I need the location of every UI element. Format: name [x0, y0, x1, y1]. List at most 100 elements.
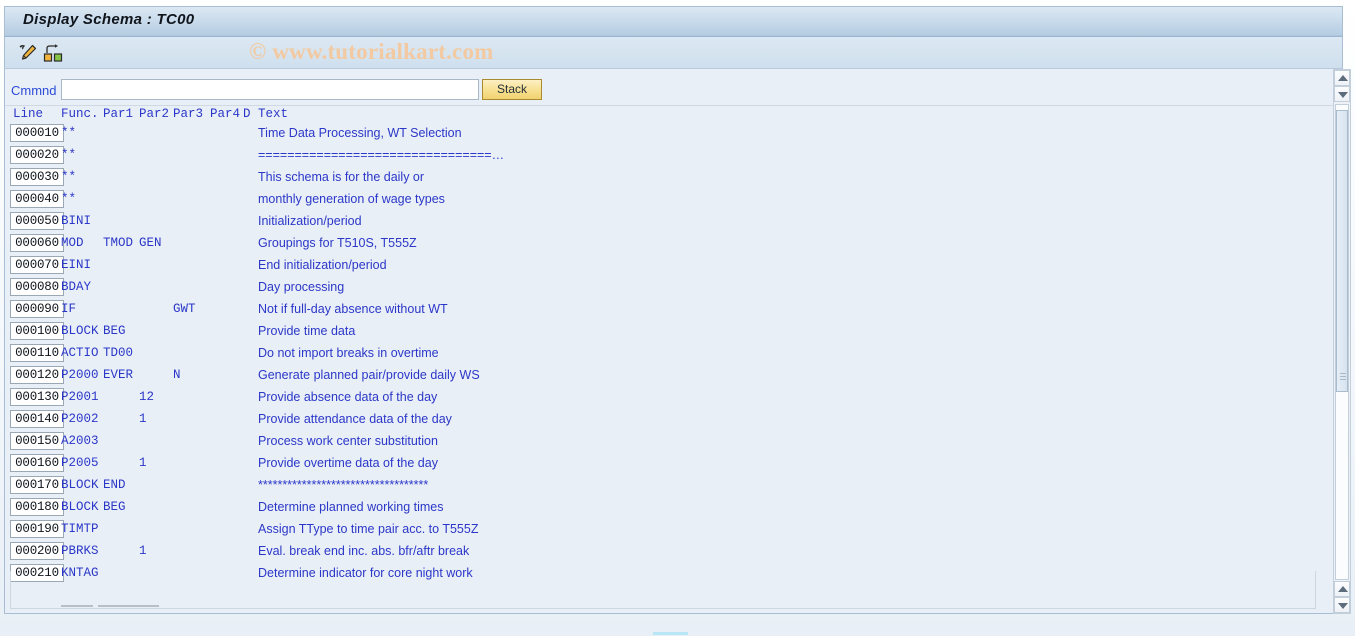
row-cell-text[interactable]: Time Data Processing, WT Selection — [258, 126, 462, 140]
table-row[interactable]: 000060 MOD TMOD GEN Groupings for T510S, T55… — [5, 233, 1342, 255]
row-line-number[interactable]: 000060 — [10, 234, 64, 252]
table-row[interactable]: 000160 P2005 1 Provide overtime data of the… — [5, 453, 1342, 475]
row-cell-text[interactable]: Provide attendance data of the day — [258, 412, 452, 426]
row-cell-par2[interactable]: 1 — [139, 412, 147, 426]
row-line-number[interactable]: 000020 — [10, 146, 64, 164]
row-cell-func[interactable]: ** — [61, 148, 76, 162]
row-line-number[interactable]: 000130 — [10, 388, 64, 406]
row-cell-func[interactable]: BINI — [61, 214, 91, 228]
row-cell-par1[interactable]: TD00 — [103, 346, 133, 360]
table-row[interactable]: 000130 P2001 12 Provide absence data of the… — [5, 387, 1342, 409]
row-line-number[interactable]: 000010 — [10, 124, 64, 142]
stack-button[interactable]: Stack — [482, 79, 542, 100]
row-cell-text[interactable]: ================================… — [258, 148, 504, 162]
vertical-scroll-thumb[interactable] — [1336, 110, 1348, 392]
row-line-number[interactable]: 000070 — [10, 256, 64, 274]
table-row[interactable]: 000020 ** ================================… — [5, 145, 1342, 167]
row-cell-text[interactable]: Process work center substitution — [258, 434, 438, 448]
row-cell-par1[interactable]: EVER — [103, 368, 133, 382]
table-row[interactable]: 000030 ** This schema is for the daily or — [5, 167, 1342, 189]
row-cell-text[interactable]: Determine planned working times — [258, 500, 444, 514]
row-cell-func[interactable]: P2005 — [61, 456, 99, 470]
row-cell-func[interactable]: PBRKS — [61, 544, 99, 558]
row-cell-text[interactable]: Not if full-day absence without WT — [258, 302, 448, 316]
scroll-up-button-top[interactable] — [1334, 70, 1350, 86]
row-cell-func[interactable]: P2001 — [61, 390, 99, 404]
row-cell-func[interactable]: A2003 — [61, 434, 99, 448]
table-row[interactable]: 000080 BDAY Day processing — [5, 277, 1342, 299]
row-cell-par3[interactable]: N — [173, 368, 181, 382]
row-cell-func[interactable]: BLOCK — [61, 500, 99, 514]
row-cell-func[interactable]: IF — [61, 302, 76, 316]
row-cell-text[interactable]: Day processing — [258, 280, 344, 294]
row-cell-text[interactable]: *********************************** — [258, 478, 428, 492]
row-line-number[interactable]: 000200 — [10, 542, 64, 560]
vertical-scrollbar[interactable] — [1333, 69, 1351, 614]
row-cell-text[interactable]: This schema is for the daily or — [258, 170, 424, 184]
row-cell-par2[interactable]: 12 — [139, 390, 154, 404]
table-row[interactable]: 000070 EINI End initialization/period — [5, 255, 1342, 277]
row-line-number[interactable]: 000110 — [10, 344, 64, 362]
scroll-down-button-top[interactable] — [1334, 86, 1350, 102]
row-cell-func[interactable]: ** — [61, 192, 76, 206]
row-cell-par1[interactable]: TMOD — [103, 236, 133, 250]
table-row[interactable]: 000100 BLOCK BEG Provide time data — [5, 321, 1342, 343]
table-row[interactable]: 000150 A2003 Process work center substitut… — [5, 431, 1342, 453]
row-cell-text[interactable]: Eval. break end inc. abs. bfr/aftr break — [258, 544, 469, 558]
blank-field-stub-3[interactable] — [137, 605, 159, 607]
row-line-number[interactable]: 000190 — [10, 520, 64, 538]
row-line-number[interactable]: 000150 — [10, 432, 64, 450]
row-line-number[interactable]: 000040 — [10, 190, 64, 208]
row-line-number[interactable]: 000080 — [10, 278, 64, 296]
scroll-down-button-bottom[interactable] — [1334, 597, 1350, 613]
row-line-number[interactable]: 000120 — [10, 366, 64, 384]
blank-field-stub-1[interactable] — [61, 605, 93, 607]
row-cell-func[interactable]: ** — [61, 170, 76, 184]
row-cell-par2[interactable]: 1 — [139, 544, 147, 558]
hierarchy-structure-icon[interactable] — [42, 42, 64, 64]
row-cell-func[interactable]: ** — [61, 126, 76, 140]
row-cell-par3[interactable]: GWT — [173, 302, 196, 316]
row-cell-par1[interactable]: END — [103, 478, 126, 492]
row-cell-func[interactable]: BLOCK — [61, 478, 99, 492]
row-line-number[interactable]: 000180 — [10, 498, 64, 516]
table-row[interactable]: 000090 IF GWT Not if full-day absence witho… — [5, 299, 1342, 321]
row-line-number[interactable]: 000170 — [10, 476, 64, 494]
row-line-number[interactable]: 000050 — [10, 212, 64, 230]
table-row[interactable]: 000140 P2002 1 Provide attendance data of t… — [5, 409, 1342, 431]
row-line-number[interactable]: 000030 — [10, 168, 64, 186]
vertical-scroll-track[interactable] — [1335, 104, 1349, 580]
row-cell-par1[interactable]: BEG — [103, 324, 126, 338]
row-cell-par1[interactable]: BEG — [103, 500, 126, 514]
row-line-number[interactable]: 000140 — [10, 410, 64, 428]
table-row[interactable]: 000170 BLOCK END **************************… — [5, 475, 1342, 497]
table-row[interactable]: 000180 BLOCK BEG Determine planned working … — [5, 497, 1342, 519]
row-cell-func[interactable]: EINI — [61, 258, 91, 272]
table-row[interactable]: 000010 ** Time Data Processing, WT Selecti… — [5, 123, 1342, 145]
row-line-number[interactable]: 000160 — [10, 454, 64, 472]
row-cell-par2[interactable]: GEN — [139, 236, 162, 250]
row-cell-text[interactable]: End initialization/period — [258, 258, 387, 272]
edit-pencil-icon[interactable] — [17, 42, 39, 64]
row-cell-func[interactable]: TIMTP — [61, 522, 99, 536]
row-cell-text[interactable]: Generate planned pair/provide daily WS — [258, 368, 480, 382]
row-cell-text[interactable]: Groupings for T510S, T555Z — [258, 236, 417, 250]
row-cell-text[interactable]: Assign TType to time pair acc. to T555Z — [258, 522, 478, 536]
row-line-number[interactable]: 000100 — [10, 322, 64, 340]
command-input[interactable] — [61, 79, 479, 100]
table-row[interactable]: 000050 BINI Initialization/period — [5, 211, 1342, 233]
table-row[interactable]: 000200 PBRKS 1 Eval. break end inc. abs. bf… — [5, 541, 1342, 563]
row-cell-text[interactable]: Provide overtime data of the day — [258, 456, 438, 470]
table-row[interactable]: 000110 ACTIO TD00 Do not import breaks in o… — [5, 343, 1342, 365]
row-cell-func[interactable]: MOD — [61, 236, 84, 250]
table-row[interactable]: 000120 P2000 EVER N Generate planned pair/pr… — [5, 365, 1342, 387]
row-cell-text[interactable]: Provide absence data of the day — [258, 390, 437, 404]
row-cell-func[interactable]: BDAY — [61, 280, 91, 294]
table-row[interactable]: 000190 TIMTP Assign TType to time pair acc… — [5, 519, 1342, 541]
row-cell-text[interactable]: Provide time data — [258, 324, 355, 338]
row-cell-func[interactable]: ACTIO — [61, 346, 99, 360]
row-cell-par2[interactable]: 1 — [139, 456, 147, 470]
row-cell-text[interactable]: Initialization/period — [258, 214, 362, 228]
row-cell-text[interactable]: Do not import breaks in overtime — [258, 346, 439, 360]
row-cell-func[interactable]: P2002 — [61, 412, 99, 426]
